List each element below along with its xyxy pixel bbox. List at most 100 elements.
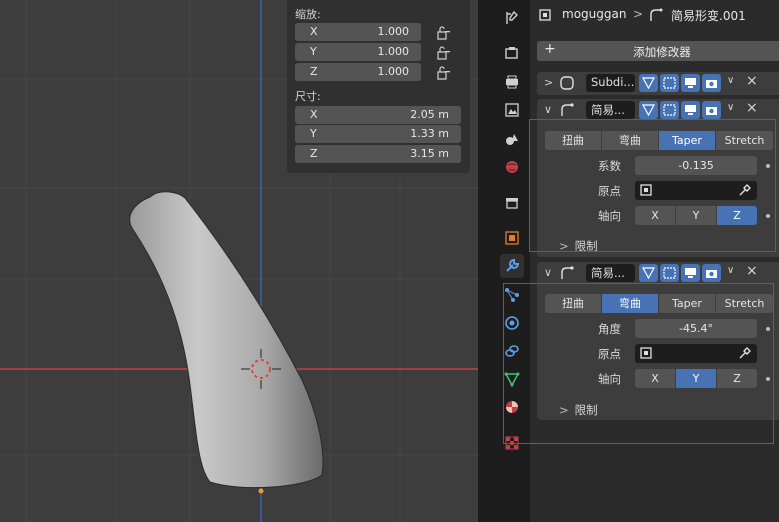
camera-icon — [706, 270, 717, 278]
render-toggle[interactable] — [702, 74, 721, 92]
keyframe-dot[interactable] — [766, 164, 770, 168]
restrictions-subpanel[interactable]: > 限制 — [559, 402, 598, 418]
properties-header: moguggan > 简易形变.001 — [530, 0, 779, 30]
scale-title: 缩放: — [295, 8, 321, 21]
output-tab[interactable] — [500, 70, 524, 94]
scale-x-field[interactable]: X 1.000 — [295, 23, 421, 41]
edit-cage-toggle[interactable] — [639, 101, 658, 119]
close-icon[interactable]: × — [746, 73, 758, 89]
render-toggle[interactable] — [702, 101, 721, 119]
view-layer-tab[interactable] — [500, 98, 524, 122]
world-tab[interactable] — [500, 155, 524, 179]
close-icon[interactable]: × — [746, 263, 758, 279]
mode-stretch-button[interactable]: Stretch — [716, 131, 773, 150]
scene-tab[interactable] — [500, 127, 524, 151]
mode-twist-button[interactable]: 扭曲 — [545, 294, 602, 313]
tool-tab[interactable] — [500, 6, 524, 30]
dropdown-chevron-icon[interactable]: ∨ — [727, 102, 734, 113]
monitor-icon — [685, 268, 696, 278]
modifier-name-field[interactable]: 简易... — [586, 101, 635, 119]
angle-field[interactable]: -45.4° — [635, 319, 757, 338]
axis-x-button[interactable]: X — [635, 206, 676, 225]
edit-cage-toggle[interactable] — [639, 74, 658, 92]
data-tab[interactable] — [500, 367, 524, 391]
edit-mode-toggle[interactable] — [660, 74, 679, 92]
collection-tab[interactable] — [500, 191, 524, 215]
breadcrumb-modifier[interactable]: 简易形变.001 — [671, 7, 746, 24]
origin-object-field[interactable] — [635, 181, 757, 200]
eyedropper-icon[interactable] — [738, 183, 752, 197]
viewport-toggle[interactable] — [681, 74, 700, 92]
modifier-header[interactable]: ∨ 简易... ∨ × — [537, 262, 779, 284]
mode-stretch-button[interactable]: Stretch — [716, 294, 773, 313]
factor-field[interactable]: -0.135 — [635, 156, 757, 175]
axis-y-button[interactable]: Y — [676, 206, 717, 225]
mode-taper-button[interactable]: Taper — [659, 294, 716, 313]
mode-twist-button[interactable]: 扭曲 — [545, 131, 602, 150]
render-toggle[interactable] — [702, 264, 721, 282]
breadcrumb-object[interactable]: moguggan — [562, 7, 626, 21]
axis-y-button[interactable]: Y — [676, 369, 717, 388]
modifier-header[interactable]: > Subdi... ∨ × — [537, 72, 779, 94]
lock-icon[interactable] — [436, 66, 452, 80]
texture-tab[interactable] — [500, 431, 524, 455]
3d-viewport[interactable]: 缩放: X 1.000 Y 1.000 Z 1.000 尺寸: X 2.05 m… — [0, 0, 478, 522]
dimension-x-field[interactable]: X 2.05 m — [295, 106, 461, 124]
lock-icon[interactable] — [436, 26, 452, 40]
lock-icon[interactable] — [436, 46, 452, 60]
restrictions-subpanel[interactable]: > 限制 — [559, 238, 598, 254]
camera-icon — [706, 80, 717, 88]
collapse-chevron-icon[interactable]: ∨ — [544, 266, 552, 279]
dropdown-chevron-icon[interactable]: ∨ — [727, 75, 734, 86]
edit-mode-icon — [663, 104, 676, 116]
properties-editor: moguggan > 简易形变.001 + 添加修改器 > Subdi... ∨… — [530, 0, 779, 522]
mesh-vertex-icon — [642, 267, 655, 279]
dimension-y-field[interactable]: Y 1.33 m — [295, 125, 461, 143]
keyframe-dot[interactable] — [766, 214, 770, 218]
axis-label: X — [310, 25, 318, 38]
mode-taper-button[interactable]: Taper — [659, 131, 716, 150]
dimension-z-field[interactable]: Z 3.15 m — [295, 145, 461, 163]
viewport-toggle[interactable] — [681, 101, 700, 119]
field-value: 2.05 m — [410, 108, 449, 121]
axis-z-button[interactable]: Z — [717, 206, 757, 225]
mode-bend-button[interactable]: 弯曲 — [602, 131, 659, 150]
render-tab[interactable] — [500, 41, 524, 65]
keyframe-dot[interactable] — [766, 327, 770, 331]
edit-cage-toggle[interactable] — [639, 264, 658, 282]
origin-label: 原点 — [598, 184, 621, 198]
keyframe-dot[interactable] — [766, 377, 770, 381]
physics-tab[interactable] — [500, 311, 524, 335]
modifier-name-field[interactable]: Subdi... — [586, 74, 635, 92]
edit-mode-toggle[interactable] — [660, 264, 679, 282]
expand-chevron-icon[interactable]: > — [544, 76, 553, 89]
axis-z-button[interactable]: Z — [717, 369, 757, 388]
object-icon — [640, 184, 652, 196]
dropdown-chevron-icon[interactable]: ∨ — [727, 265, 734, 276]
mesh-data-icon — [504, 372, 520, 387]
origin-object-field[interactable] — [635, 344, 757, 363]
collection-icon — [506, 198, 518, 209]
scale-y-field[interactable]: Y 1.000 — [295, 43, 421, 61]
modifier-tab[interactable] — [500, 254, 524, 278]
scale-z-field[interactable]: Z 1.000 — [295, 63, 421, 81]
eyedropper-icon[interactable] — [738, 346, 752, 360]
material-tab[interactable] — [500, 395, 524, 419]
particles-tab[interactable] — [500, 283, 524, 307]
monitor-icon — [685, 105, 696, 115]
add-modifier-button[interactable]: + 添加修改器 — [537, 41, 779, 61]
edit-mode-toggle[interactable] — [660, 101, 679, 119]
viewport-toggle[interactable] — [681, 264, 700, 282]
field-value: 1.000 — [377, 65, 410, 78]
axis-x-button[interactable]: X — [635, 369, 676, 388]
collapse-chevron-icon[interactable]: ∨ — [544, 103, 552, 116]
modifier-panel-simple-deform-bend: ∨ 简易... ∨ × 扭曲 弯曲 Taper Stretch 角度 -45.4… — [537, 262, 779, 420]
transform-panel: 缩放: X 1.000 Y 1.000 Z 1.000 尺寸: X 2.05 m… — [287, 0, 470, 173]
object-tab[interactable] — [500, 226, 524, 250]
modifier-header[interactable]: ∨ 简易... ∨ × — [537, 99, 779, 121]
mode-bend-button[interactable]: 弯曲 — [602, 294, 659, 313]
modifier-name-field[interactable]: 简易... — [586, 264, 635, 282]
close-icon[interactable]: × — [746, 100, 758, 116]
constraints-tab[interactable] — [500, 339, 524, 363]
wrench-icon — [506, 258, 520, 272]
